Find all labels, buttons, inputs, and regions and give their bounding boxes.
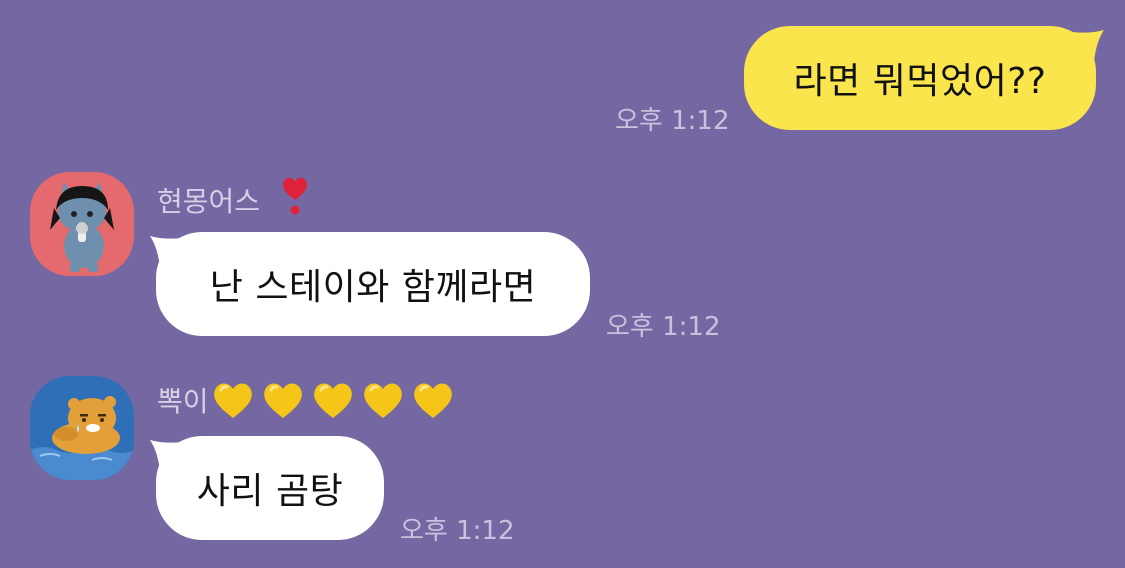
avatar[interactable]	[30, 172, 134, 276]
chat-room: 오후 1:12 라면 뭐먹었어?? 현몽어스 난 스테이와 함께라면 오후 1:…	[0, 0, 1125, 568]
bubble-tail-left	[150, 440, 182, 472]
message-time: 오후 1:12	[606, 312, 721, 342]
heart-exclamation-icon	[280, 176, 310, 223]
avatar[interactable]	[30, 376, 134, 480]
message-bubble-incoming[interactable]: 난 스테이와 함께라면	[156, 232, 590, 336]
kakao-ryan-floating-icon	[30, 376, 134, 480]
sender-name: 뽁이	[157, 380, 461, 420]
message-text: 사리 곰탕	[196, 471, 344, 512]
message-bubble-outgoing[interactable]: 라면 뭐먹었어??	[744, 26, 1096, 130]
yellow-heart-icon	[363, 383, 402, 418]
yellow-heart-icon	[213, 383, 252, 418]
message-text: 라면 뭐먹었어??	[793, 61, 1047, 102]
message-time: 오후 1:12	[615, 106, 730, 136]
yellow-heart-icon	[313, 383, 352, 418]
bubble-tail-right	[1072, 30, 1104, 62]
yellow-heart-icon-group	[211, 380, 461, 420]
bubble-tail-left	[150, 236, 182, 268]
kakao-neo-character-icon	[30, 172, 134, 276]
message-text: 난 스테이와 함께라면	[209, 267, 537, 308]
yellow-heart-icon	[263, 383, 302, 418]
sender-name: 현몽어스	[157, 176, 310, 223]
yellow-heart-icon	[413, 383, 452, 418]
message-bubble-incoming[interactable]: 사리 곰탕	[156, 436, 384, 540]
message-time: 오후 1:12	[400, 516, 515, 546]
